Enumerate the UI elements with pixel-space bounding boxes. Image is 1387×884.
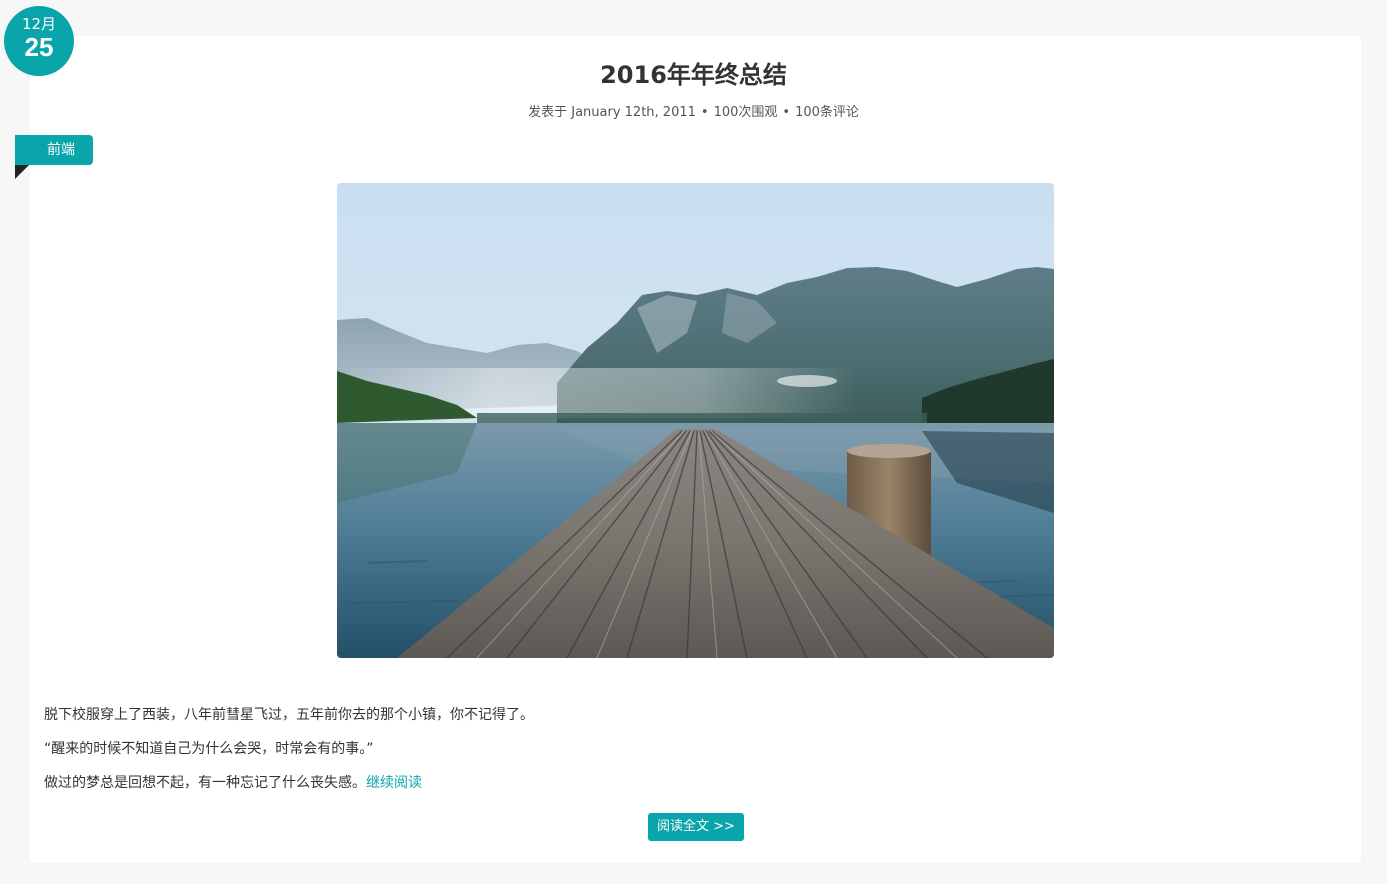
- excerpt-line: “醒来的时候不知道自己为什么会哭，时常会有的事。”: [44, 741, 374, 757]
- continue-reading-link[interactable]: 继续阅读: [366, 775, 422, 791]
- excerpt-line: 脱下校服穿上了西装，八年前彗星飞过，五年前你去的那个小镇，你不记得了。: [44, 707, 534, 723]
- meta-date: January 12th, 2011: [571, 105, 696, 120]
- category-tag-fold: [15, 165, 29, 179]
- date-badge: 12月 25: [4, 6, 74, 76]
- date-day: 25: [24, 32, 54, 62]
- meta-separator: •: [700, 105, 709, 120]
- date-month: 12月: [21, 15, 57, 33]
- landscape-photo-icon: [337, 183, 1054, 658]
- post-image[interactable]: [337, 183, 1054, 658]
- meta-prefix: 发表于: [528, 105, 568, 120]
- excerpt-line-text: 做过的梦总是回想不起，有一种忘记了什么丧失感。: [44, 775, 366, 791]
- post-excerpt: 脱下校服穿上了西装，八年前彗星飞过，五年前你去的那个小镇，你不记得了。 “醒来的…: [44, 703, 534, 805]
- excerpt-line: 做过的梦总是回想不起，有一种忘记了什么丧失感。继续阅读: [44, 771, 534, 805]
- post-title[interactable]: 2016年年终总结: [0, 56, 1387, 94]
- meta-separator: •: [782, 105, 791, 120]
- category-tag[interactable]: 前端: [15, 135, 93, 165]
- read-full-button[interactable]: 阅读全文 >>: [648, 813, 744, 841]
- meta-comments[interactable]: 100条评论: [795, 105, 859, 120]
- meta-views: 100次围观: [713, 105, 778, 120]
- post-meta: 发表于 January 12th, 2011 • 100次围观 • 100条评论: [0, 103, 1387, 123]
